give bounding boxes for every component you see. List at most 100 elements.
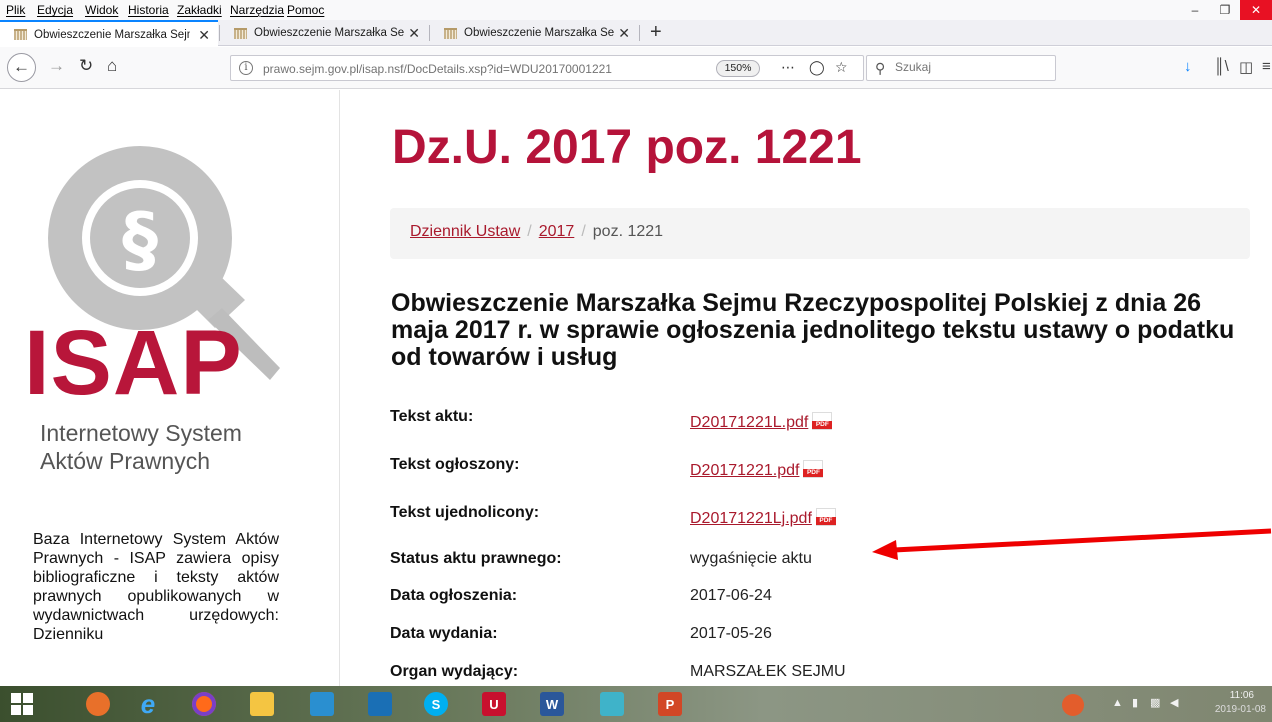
- navigation-bar: ← → ↻ ⌂ i prawo.sejm.gov.pl/isap.nsf/Doc…: [0, 47, 1272, 89]
- logo-subtitle-line1: Internetowy System: [40, 420, 242, 446]
- site-info-icon[interactable]: i: [239, 61, 253, 75]
- firefox-old-icon[interactable]: [76, 686, 120, 722]
- meta-value: 2017-06-24: [690, 587, 772, 604]
- close-tab-icon[interactable]: ✕: [408, 25, 420, 42]
- meta-row-data-wydania: Data wydania: 2017-05-26: [390, 625, 1250, 649]
- hamburger-menu-icon[interactable]: ≡: [1262, 58, 1271, 75]
- volume-icon[interactable]: ◀: [1170, 696, 1178, 709]
- library-icon[interactable]: ║\: [1214, 58, 1229, 75]
- breadcrumb-separator: /: [527, 223, 532, 240]
- tab-2[interactable]: Obwieszczenie Marszałka Sejmu ✕: [220, 20, 428, 46]
- bookmark-star-icon[interactable]: ☆: [835, 59, 848, 76]
- main-content: Dz.U. 2017 poz. 1221 Dziennik Ustaw / 2017…: [341, 90, 1272, 686]
- tab-separator: [639, 25, 640, 41]
- sejm-favicon-icon: [14, 29, 27, 40]
- windows-taskbar: e S U W P ▲ ▮ ▩ ◀ 11:06 2019-01-08: [0, 686, 1272, 722]
- minimize-icon[interactable]: –: [1180, 0, 1210, 20]
- menu-bar: Plik Edycja Widok Historia Zakładki Narz…: [0, 0, 1272, 20]
- pdf-reader-icon[interactable]: U: [472, 686, 516, 722]
- pdf-link-tekst-aktu[interactable]: D20171221L.pdf: [690, 414, 808, 431]
- page-actions-icon[interactable]: ⋯: [781, 59, 795, 76]
- close-window-icon[interactable]: ✕: [1240, 0, 1272, 20]
- meta-value: MARSZAŁEK SEJMU: [690, 663, 846, 680]
- tray-expand-icon[interactable]: ▲: [1112, 697, 1123, 709]
- pdf-link-tekst-ujednolicony[interactable]: D20171221Lj.pdf: [690, 510, 812, 527]
- windows-start-icon[interactable]: [0, 686, 44, 722]
- file-explorer-icon[interactable]: [240, 686, 284, 722]
- zoom-level-badge[interactable]: 150%: [716, 60, 760, 77]
- pdf-icon[interactable]: [803, 460, 824, 478]
- search-box[interactable]: ⚲: [866, 55, 1056, 81]
- url-text[interactable]: prawo.sejm.gov.pl/isap.nsf/DocDetails.xs…: [263, 62, 612, 76]
- home-icon[interactable]: ⌂: [107, 56, 117, 76]
- clock-date[interactable]: 2019-01-08: [1215, 704, 1266, 715]
- sejm-favicon-icon: [234, 27, 247, 39]
- menu-narzedzia[interactable]: Narzędzia: [230, 3, 284, 17]
- breadcrumb-year-link[interactable]: 2017: [539, 223, 575, 240]
- meta-value: D20171221L.pdf: [690, 412, 833, 432]
- word-icon[interactable]: W: [530, 686, 574, 722]
- back-button-icon[interactable]: ←: [7, 53, 36, 82]
- firefox-icon[interactable]: [182, 686, 226, 722]
- system-tray: ▲ ▮ ▩ ◀ 11:06 2019-01-08: [1052, 686, 1272, 722]
- pdf-icon[interactable]: [815, 508, 836, 526]
- sidebar-toggle-icon[interactable]: ◫: [1239, 58, 1253, 76]
- notes-app-icon[interactable]: [300, 686, 344, 722]
- status-value: wygaśnięcie aktu: [690, 550, 812, 567]
- wifi-icon[interactable]: ▩: [1150, 696, 1160, 709]
- page-title: Dz.U. 2017 poz. 1221: [392, 121, 862, 174]
- pocket-icon[interactable]: ◯: [809, 59, 825, 76]
- tab-3[interactable]: Obwieszczenie Marszałka Sejmu ✕: [430, 20, 638, 46]
- meta-label: Status aktu prawnego:: [390, 550, 562, 567]
- document-title: Obwieszczenie Marszałka Sejmu Rzeczyposp…: [391, 289, 1235, 371]
- download-icon[interactable]: ↓: [1184, 58, 1192, 75]
- meta-row-organ: Organ wydający: MARSZAŁEK SEJMU: [390, 663, 1250, 686]
- meta-label: Tekst ujednolicony:: [390, 504, 540, 521]
- lenovo-app-icon[interactable]: [358, 686, 402, 722]
- meta-row-data-ogloszenia: Data ogłoszenia: 2017-06-24: [390, 587, 1250, 611]
- meta-label: Organ wydający:: [390, 663, 519, 680]
- menu-edycja[interactable]: Edycja: [37, 3, 73, 17]
- window-controls: – ❐ ✕: [1180, 0, 1272, 20]
- left-sidebar: § ISAP Internetowy System Aktów Prawnych…: [0, 90, 340, 686]
- clock-time[interactable]: 11:06: [1230, 690, 1254, 701]
- meta-label: Tekst aktu:: [390, 408, 474, 425]
- close-tab-icon[interactable]: ✕: [618, 25, 630, 42]
- tab-1[interactable]: Obwieszczenie Marszałka Sejmu ✕: [0, 20, 218, 47]
- sejm-favicon-icon: [444, 27, 457, 39]
- isap-logo-text: ISAP: [24, 312, 243, 414]
- tab-label: Obwieszczenie Marszałka Sejmu: [34, 28, 190, 41]
- close-tab-icon[interactable]: ✕: [198, 27, 210, 44]
- reload-icon[interactable]: ↻: [79, 56, 93, 76]
- tab-bar: Obwieszczenie Marszałka Sejmu ✕ Obwieszc…: [0, 20, 1272, 47]
- menu-zakladki[interactable]: Zakładki: [177, 3, 222, 17]
- sidebar-description: Baza Internetowy System Aktów Prawnych -…: [33, 531, 279, 643]
- forward-button-icon[interactable]: →: [48, 56, 65, 76]
- search-input[interactable]: [895, 60, 1045, 74]
- skype-icon[interactable]: S: [414, 686, 458, 722]
- battery-icon[interactable]: ▮: [1132, 696, 1138, 709]
- meta-row-tekst-ogloszony: Tekst ogłoszony: D20171221.pdf: [390, 456, 1250, 480]
- powerpoint-icon[interactable]: P: [648, 686, 692, 722]
- search-icon: ⚲: [875, 60, 886, 76]
- menu-pomoc[interactable]: Pomoc: [287, 3, 324, 17]
- meta-row-tekst-aktu: Tekst aktu: D20171221L.pdf: [390, 408, 1250, 432]
- new-tab-icon[interactable]: +: [650, 21, 662, 43]
- svg-text:§: §: [122, 197, 158, 281]
- menu-historia[interactable]: Historia: [128, 3, 169, 17]
- breadcrumb-current: poz. 1221: [592, 223, 664, 240]
- menu-plik[interactable]: Plik: [6, 3, 25, 17]
- onenote-app-icon[interactable]: [590, 686, 634, 722]
- pdf-link-tekst-ogloszony[interactable]: D20171221.pdf: [690, 462, 799, 479]
- breadcrumb-dziennik-ustaw-link[interactable]: Dziennik Ustaw: [410, 223, 520, 240]
- address-bar[interactable]: i prawo.sejm.gov.pl/isap.nsf/DocDetails.…: [230, 55, 864, 81]
- internet-explorer-icon[interactable]: e: [126, 686, 170, 722]
- restore-icon[interactable]: ❐: [1210, 0, 1240, 20]
- meta-label: Data wydania:: [390, 625, 498, 642]
- logo-subtitle-line2: Aktów Prawnych: [40, 448, 211, 474]
- tray-app-icon[interactable]: [1062, 694, 1084, 716]
- meta-value: D20171221.pdf: [690, 460, 824, 480]
- menu-widok[interactable]: Widok: [85, 3, 118, 17]
- pdf-icon[interactable]: [812, 412, 833, 430]
- meta-value: 2017-05-26: [690, 625, 772, 642]
